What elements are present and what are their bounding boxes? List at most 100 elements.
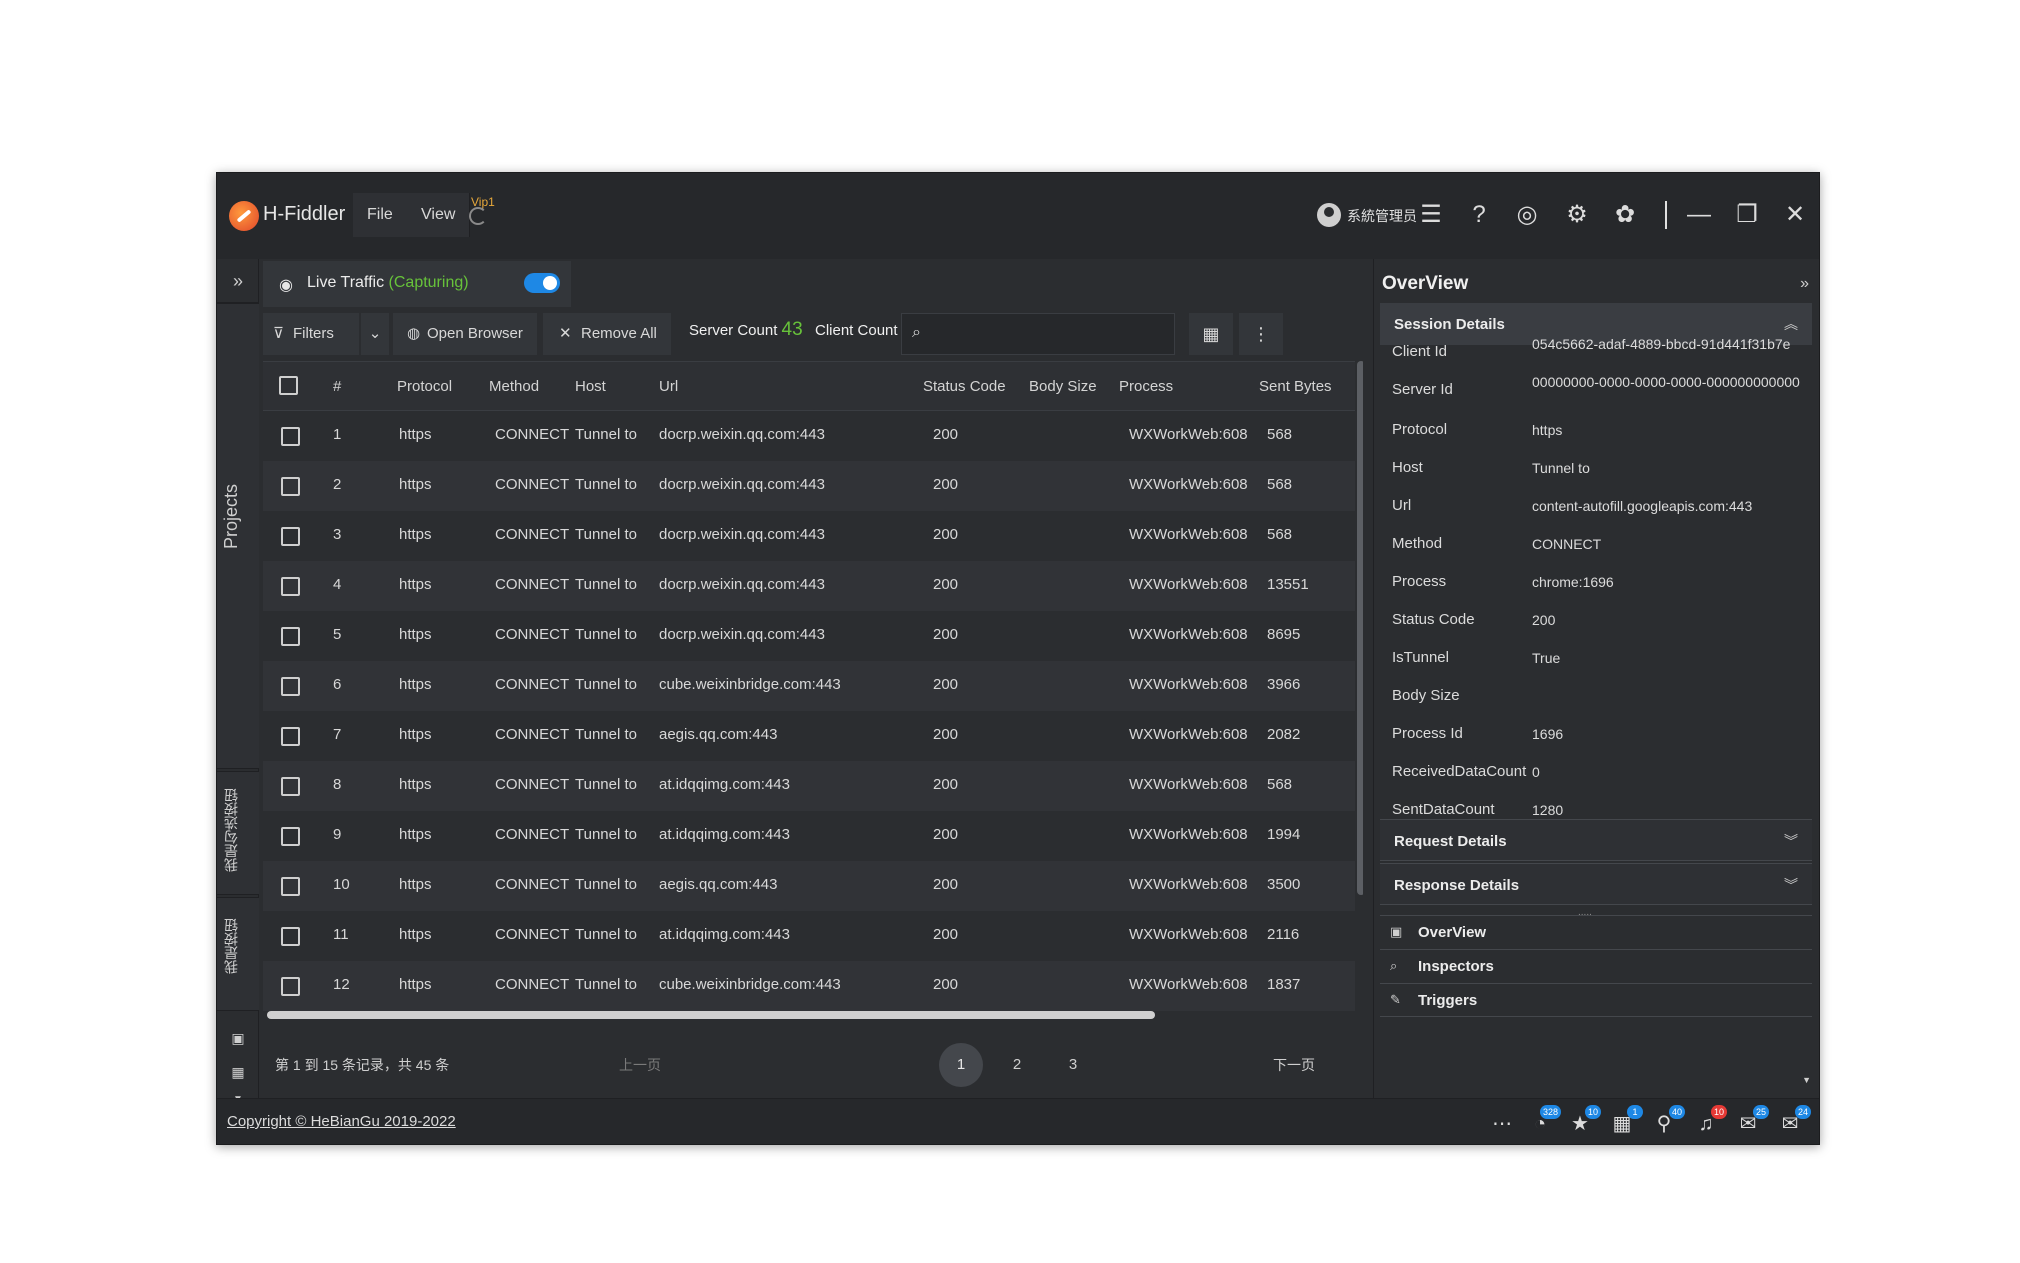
minimize-icon[interactable]: —: [1683, 199, 1715, 231]
nav-triggers[interactable]: ✎ Triggers: [1380, 983, 1812, 1017]
col-status[interactable]: Status Code: [923, 378, 1006, 395]
col-sent-bytes[interactable]: Sent Bytes: [1259, 378, 1332, 395]
folder-icon[interactable]: ✉ 25: [1735, 1105, 1769, 1137]
open-browser-button[interactable]: ◍ Open Browser: [393, 313, 537, 355]
close-icon[interactable]: ✕: [1779, 199, 1811, 231]
table-row[interactable]: 7 https CONNECT Tunnel to aegis.qq.com:443 20…: [263, 711, 1355, 761]
vertical-scrollbar[interactable]: [1357, 361, 1363, 895]
grid-list-icon[interactable]: ▦: [229, 1063, 247, 1081]
sidebar-tab-button[interactable]: 我是按钮: [217, 897, 259, 1011]
sidebar-tab-projects[interactable]: Projects: [217, 303, 259, 769]
mail-icon[interactable]: ✉ 24: [1777, 1105, 1811, 1137]
col-method[interactable]: Method: [489, 378, 539, 395]
table-row[interactable]: 4 https CONNECT Tunnel to docrp.weixin.qq.co…: [263, 561, 1355, 611]
row-checkbox[interactable]: [281, 477, 300, 496]
row-checkbox[interactable]: [281, 577, 300, 596]
cell-status: 200: [933, 926, 959, 943]
palette-icon[interactable]: ✿: [1609, 199, 1641, 231]
bell-icon[interactable]: ♫ 10: [1693, 1105, 1727, 1137]
row-checkbox[interactable]: [281, 727, 300, 746]
capture-toggle[interactable]: [524, 273, 560, 293]
menu-view[interactable]: View: [407, 193, 471, 237]
row-checkbox[interactable]: [281, 827, 300, 846]
gift-icon[interactable]: ▦ 1: [1609, 1105, 1643, 1137]
cell-process: WXWorkWeb:608: [1129, 476, 1248, 493]
menu-file[interactable]: File: [353, 193, 408, 237]
request-details-header[interactable]: Request Details ︾: [1380, 819, 1812, 861]
panel-icon[interactable]: ▣: [229, 1029, 247, 1047]
field-key: Method: [1392, 535, 1443, 552]
row-checkbox[interactable]: [281, 427, 300, 446]
row-checkbox[interactable]: [281, 677, 300, 696]
user-name[interactable]: 系統管理员: [1347, 206, 1417, 226]
copyright-link[interactable]: Copyright © HeBianGu 2019-2022: [227, 1113, 456, 1130]
cell-host: Tunnel to: [575, 776, 637, 793]
row-checkbox[interactable]: [281, 927, 300, 946]
settings-icon[interactable]: ⚙: [1561, 199, 1593, 231]
response-details-header[interactable]: Response Details ︾: [1380, 863, 1812, 905]
nav-overview-label: OverView: [1418, 924, 1487, 941]
page-3-button[interactable]: 3: [1051, 1043, 1095, 1087]
eye-off-icon[interactable]: ◎: [1511, 199, 1543, 231]
col-body-size[interactable]: Body Size: [1029, 378, 1097, 395]
page-1-button[interactable]: 1: [939, 1043, 983, 1087]
filters-dropdown-button[interactable]: ⌄: [361, 313, 389, 355]
row-checkbox[interactable]: [281, 977, 300, 996]
row-checkbox[interactable]: [281, 877, 300, 896]
user-avatar-icon[interactable]: [1317, 203, 1341, 227]
cell-protocol: https: [399, 976, 432, 993]
chevron-down-icon[interactable]: ▼: [1802, 1075, 1811, 1085]
sidebar-tab-checkbox-button[interactable]: 我是勾选按钮: [217, 771, 259, 895]
prev-page-button[interactable]: 上一页: [619, 1055, 661, 1075]
pin-icon[interactable]: ⚲ 40: [1651, 1105, 1685, 1137]
table-row[interactable]: 3 https CONNECT Tunnel to docrp.weixin.qq.co…: [263, 511, 1355, 561]
table-row[interactable]: 6 https CONNECT Tunnel to cube.weixinbridge.…: [263, 661, 1355, 711]
collapse-panel-icon[interactable]: »: [1800, 275, 1809, 293]
nav-overview[interactable]: ▣ OverView: [1380, 915, 1812, 949]
refresh-icon[interactable]: [469, 207, 487, 225]
grid-view-button[interactable]: ▦: [1189, 313, 1233, 355]
next-page-button[interactable]: 下一页: [1273, 1055, 1315, 1075]
list-icon[interactable]: ☰: [1415, 199, 1447, 231]
filters-button[interactable]: ⊽ Filters: [263, 313, 359, 355]
cell-protocol: https: [399, 676, 432, 693]
row-checkbox[interactable]: [281, 527, 300, 546]
star-icon[interactable]: ★ 10: [1567, 1105, 1601, 1137]
table-row[interactable]: 11 https CONNECT Tunnel to at.idqqimg.com:44…: [263, 911, 1355, 961]
page-2-button[interactable]: 2: [995, 1043, 1039, 1087]
cell-url: docrp.weixin.qq.com:443: [659, 426, 825, 443]
remove-all-button[interactable]: ✕ Remove All: [543, 313, 671, 355]
restore-icon[interactable]: ❐: [1731, 199, 1763, 231]
table-row[interactable]: 10 https CONNECT Tunnel to aegis.qq.com:443 2…: [263, 861, 1355, 911]
cell-protocol: https: [399, 476, 432, 493]
table-row[interactable]: 5 https CONNECT Tunnel to docrp.weixin.qq.co…: [263, 611, 1355, 661]
field-key: Client Id: [1392, 343, 1448, 360]
select-all-checkbox[interactable]: [279, 376, 298, 395]
col-url[interactable]: Url: [659, 378, 678, 395]
cell-method: CONNECT: [495, 776, 570, 793]
cell-protocol: https: [399, 776, 432, 793]
nav-inspectors[interactable]: ⌕ Inspectors: [1380, 949, 1812, 983]
help-icon[interactable]: ?: [1463, 199, 1495, 231]
row-checkbox[interactable]: [281, 627, 300, 646]
live-traffic-tab[interactable]: ◉ Live Traffic (Capturing): [263, 261, 571, 307]
table-row[interactable]: 9 https CONNECT Tunnel to at.idqqimg.com:443…: [263, 811, 1355, 861]
table-row[interactable]: 8 https CONNECT Tunnel to at.idqqimg.com:443…: [263, 761, 1355, 811]
clock-icon[interactable]: ◔ 328: [1527, 1105, 1561, 1137]
expand-icon[interactable]: »: [217, 259, 259, 303]
more-options-button[interactable]: ⋮: [1239, 313, 1283, 355]
horizontal-scrollbar[interactable]: [267, 1011, 1155, 1019]
table-row[interactable]: 1 https CONNECT Tunnel to docrp.weixin.qq.co…: [263, 411, 1355, 461]
chat-icon[interactable]: ⋯: [1489, 1111, 1515, 1137]
col-host[interactable]: Host: [575, 378, 606, 395]
col-process[interactable]: Process: [1119, 378, 1173, 395]
col-index[interactable]: #: [333, 378, 341, 395]
remove-all-label: Remove All: [581, 325, 657, 342]
col-protocol[interactable]: Protocol: [397, 378, 452, 395]
table-row[interactable]: 2 https CONNECT Tunnel to docrp.weixin.qq.co…: [263, 461, 1355, 511]
cell-host: Tunnel to: [575, 926, 637, 943]
table-row[interactable]: 12 https CONNECT Tunnel to cube.weixinbridge…: [263, 961, 1355, 1011]
cell-method: CONNECT: [495, 676, 570, 693]
search-input[interactable]: ⌕: [901, 313, 1175, 355]
row-checkbox[interactable]: [281, 777, 300, 796]
